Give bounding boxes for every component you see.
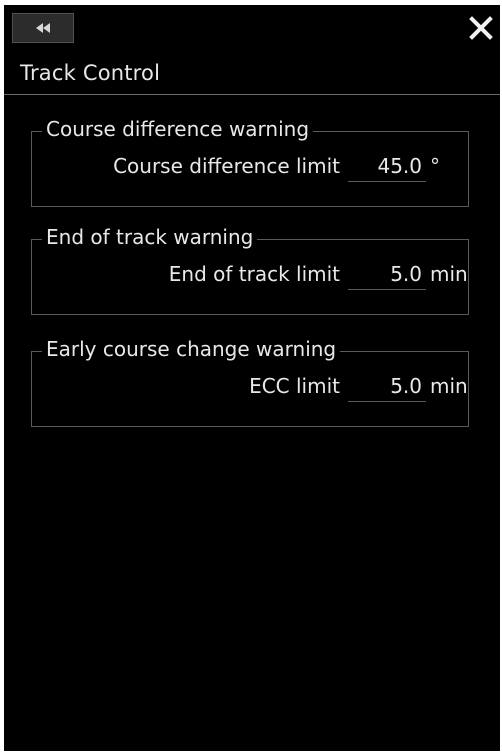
end-of-track-limit-input[interactable]: 5.0 [348,258,426,290]
course-difference-limit-unit: ° [430,154,440,178]
course-difference-limit-input[interactable]: 45.0 [348,150,426,182]
early-course-change-warning-group: Early course change warning ECC limit 5.… [31,337,469,427]
course-difference-warning-group: Course difference warning Course differe… [31,117,469,207]
group-title: Course difference warning [42,117,314,141]
ecc-limit-unit: min [430,374,468,398]
track-control-panel: Track Control Course difference warning … [4,5,500,751]
end-of-track-warning-group: End of track warning End of track limit … [31,225,469,315]
close-icon [469,16,493,40]
collapse-panel-button[interactable] [12,13,74,43]
ecc-limit-label: ECC limit [249,374,340,398]
close-button[interactable] [464,11,498,45]
title-divider [4,94,500,95]
panel-title: Track Control [20,61,161,85]
course-difference-limit-label: Course difference limit [113,154,340,178]
end-of-track-limit-unit: min [430,262,468,286]
group-title: Early course change warning [42,337,341,361]
end-of-track-limit-label: End of track limit [168,262,340,286]
group-title: End of track warning [42,225,258,249]
ecc-limit-input[interactable]: 5.0 [348,370,426,402]
double-chevron-left-icon [36,23,50,33]
